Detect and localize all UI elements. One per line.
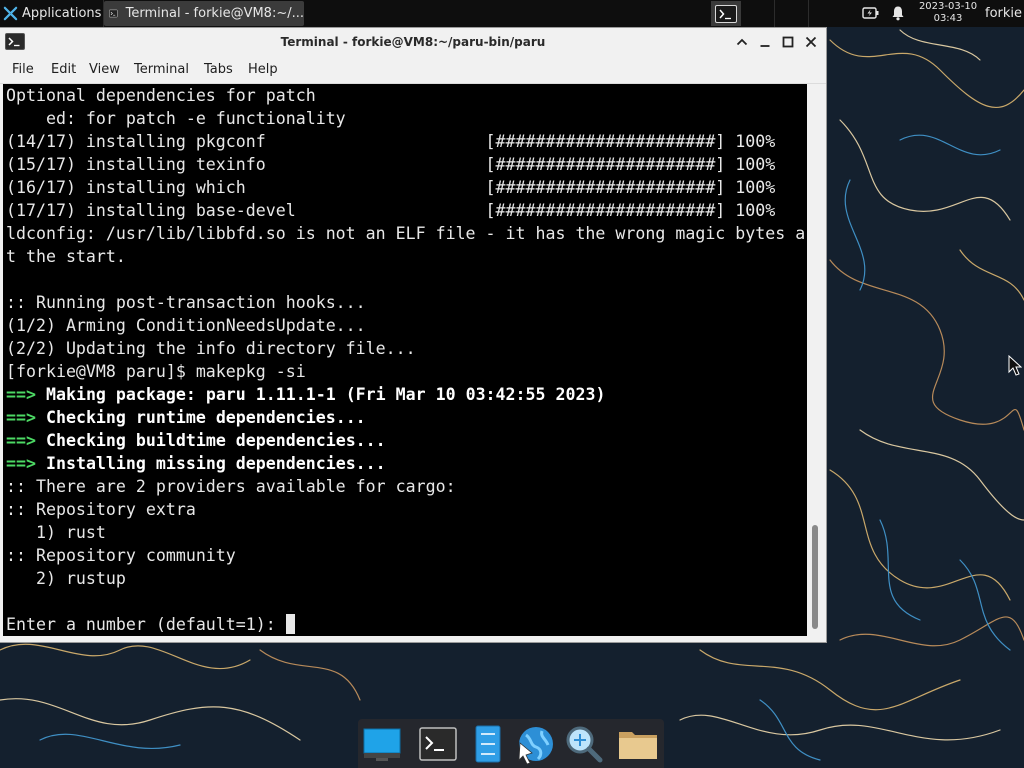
menu-view[interactable]: View <box>89 56 120 83</box>
xfce-logo-icon <box>3 6 18 21</box>
terminal-line: :: Repository extra <box>6 500 196 519</box>
mouse-pointer-icon <box>1008 355 1022 376</box>
terminal-line: [forkie@VM8 paru]$ makepkg -si <box>6 362 306 381</box>
terminal-line: ==> Making package: paru 1.11.1-1 (Fri M… <box>6 385 605 404</box>
app-finder-icon[interactable] <box>562 723 604 765</box>
terminal-line: ==> Checking buildtime dependencies... <box>6 431 386 450</box>
window-title: Terminal - forkie@VM8:~/paru-bin/paru <box>280 35 546 49</box>
taskbar-terminal-title: Terminal - forkie@VM8:~/... <box>125 6 304 21</box>
terminal-line: ed: for patch -e functionality <box>6 109 346 128</box>
shade-window-button[interactable] <box>734 34 750 50</box>
web-browser-icon[interactable] <box>514 723 556 765</box>
minimize-button[interactable] <box>757 34 773 50</box>
user-menu[interactable]: forkie <box>985 0 1022 27</box>
terminal-line: (15/17) installing texinfo [############… <box>6 155 776 174</box>
close-button[interactable] <box>803 34 819 50</box>
makepkg-message: Making package: paru 1.11.1-1 (Fri Mar 1… <box>45 385 606 404</box>
terminal-line: (1/2) Arming ConditionNeedsUpdate... <box>6 316 366 335</box>
terminal-icon <box>109 9 118 18</box>
menu-file[interactable]: File <box>12 56 34 83</box>
folder-icon[interactable] <box>617 723 659 765</box>
scrollbar-thumb[interactable] <box>812 525 818 629</box>
text-cursor <box>285 614 295 634</box>
terminal-line: :: Running post-transaction hooks... <box>6 293 366 312</box>
dock <box>358 719 664 768</box>
terminal-line: 1) rust <box>6 523 106 542</box>
clock-time: 03:43 <box>933 13 963 24</box>
terminal-line: 2) rustup <box>6 569 126 588</box>
power-icon[interactable] <box>862 6 880 20</box>
clock[interactable]: 2023-03-10 03:43 <box>917 1 979 25</box>
makepkg-message: Installing missing dependencies... <box>45 454 386 473</box>
makepkg-message: Checking runtime dependencies... <box>45 408 366 427</box>
makepkg-arrow: ==> <box>6 454 36 473</box>
makepkg-arrow: ==> <box>6 385 36 404</box>
applications-label: Applications <box>22 6 102 21</box>
terminal-line: ==> Checking runtime dependencies... <box>6 408 366 427</box>
top-panel: Applications Terminal - forkie@VM8:~/...… <box>0 0 1024 27</box>
notification-bell-icon[interactable] <box>890 5 906 21</box>
panel-separator <box>774 0 775 27</box>
terminal-line: Optional dependencies for patch <box>6 86 316 105</box>
terminal-line: ==> Installing missing dependencies... <box>6 454 386 473</box>
terminal-line: t the start. <box>6 247 126 266</box>
terminal-line: (2/2) Updating the info directory file..… <box>6 339 416 358</box>
terminal-line: (14/17) installing pkgconf [############… <box>6 132 776 151</box>
panel-separator <box>808 0 809 27</box>
menu-edit[interactable]: Edit <box>51 56 76 83</box>
terminal-line: (16/17) installing which [##############… <box>6 178 776 197</box>
terminal-launcher-button[interactable] <box>711 1 741 26</box>
menu-help[interactable]: Help <box>248 56 278 83</box>
taskbar-terminal-button[interactable]: Terminal - forkie@VM8:~/... <box>104 1 304 26</box>
clock-date: 2023-03-10 <box>918 1 978 12</box>
terminal-scrollbar[interactable] <box>807 84 823 636</box>
terminal-icon[interactable] <box>417 723 459 765</box>
terminal-output[interactable]: Optional dependencies for patch ed: for … <box>3 84 807 636</box>
terminal-line: :: Repository community <box>6 546 236 565</box>
file-manager-icon[interactable] <box>467 723 509 765</box>
terminal-window: Terminal - forkie@VM8:~/paru-bin/paru Fi… <box>0 28 826 642</box>
desktop-icon[interactable] <box>361 723 403 765</box>
applications-menu[interactable]: Applications <box>0 0 103 27</box>
terminal-line: :: There are 2 providers available for c… <box>6 477 456 496</box>
window-titlebar[interactable]: Terminal - forkie@VM8:~/paru-bin/paru <box>0 28 826 56</box>
terminal-icon <box>715 4 737 23</box>
terminal-line: ldconfig: /usr/lib/libbfd.so is not an E… <box>6 224 806 243</box>
makepkg-arrow: ==> <box>6 431 36 450</box>
menu-bar: File Edit View Terminal Tabs Help <box>0 56 826 84</box>
menu-tabs[interactable]: Tabs <box>204 56 233 83</box>
terminal-text: Optional dependencies for patch ed: for … <box>6 84 805 636</box>
menu-terminal[interactable]: Terminal <box>134 56 189 83</box>
makepkg-arrow: ==> <box>6 408 36 427</box>
prompt-text: Enter a number (default=1): <box>6 615 286 634</box>
maximize-button[interactable] <box>780 34 796 50</box>
makepkg-message: Checking buildtime dependencies... <box>45 431 386 450</box>
terminal-line: (17/17) installing base-devel [#########… <box>6 201 776 220</box>
terminal-line: Enter a number (default=1): <box>6 614 295 634</box>
